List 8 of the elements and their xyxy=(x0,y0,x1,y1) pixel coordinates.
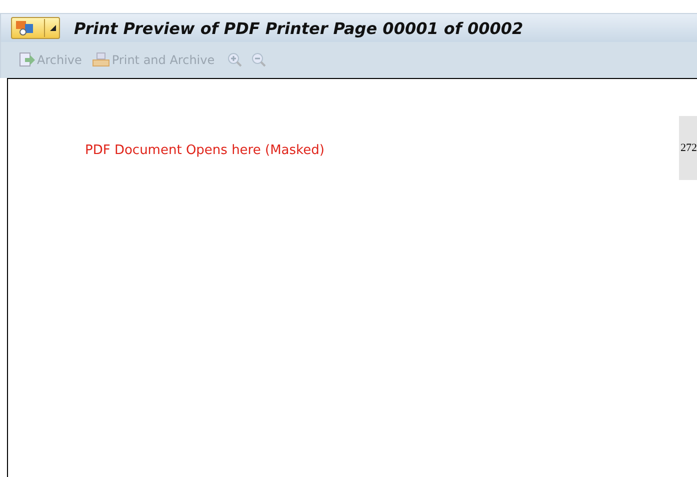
printer-icon xyxy=(92,52,110,68)
document-message: PDF Document Opens here (Masked) xyxy=(85,143,324,158)
caret-icon xyxy=(50,25,56,31)
menu-button[interactable] xyxy=(11,17,60,39)
menu-icon xyxy=(15,20,35,36)
archive-icon xyxy=(19,52,35,68)
window-title: Print Preview of PDF Printer Page 00001 of 00002 xyxy=(74,18,524,38)
side-tab[interactable]: 272 xyxy=(679,116,697,180)
